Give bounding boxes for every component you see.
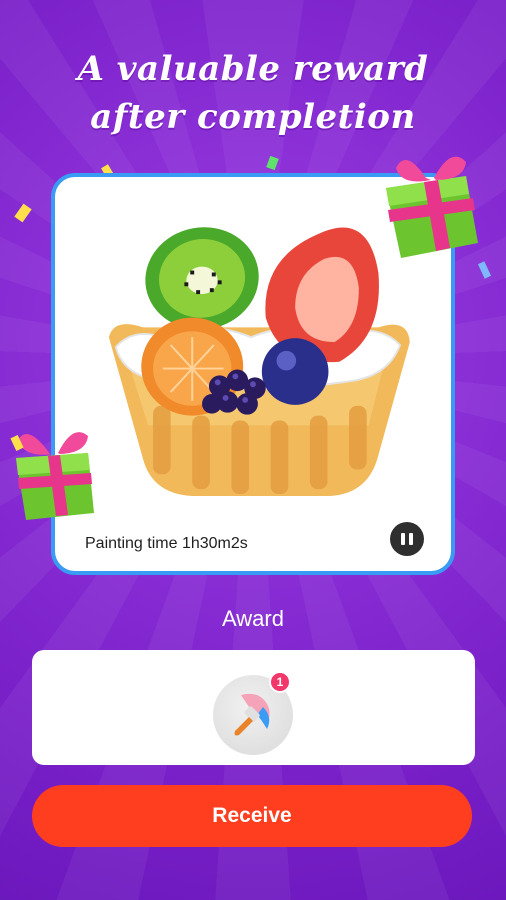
award-item[interactable]: 1: [213, 671, 293, 755]
pause-icon-bar: [409, 533, 413, 545]
headline: A valuable reward after completion: [0, 45, 506, 141]
painting-time-text: Painting time 1h30m2s: [85, 535, 248, 552]
headline-line-2: after completion: [90, 97, 416, 137]
pause-button[interactable]: [390, 522, 424, 556]
receive-button[interactable]: Receive: [32, 785, 472, 847]
gift-box-icon: [386, 156, 478, 258]
award-label: Award: [222, 606, 284, 631]
award-card: 1: [32, 650, 475, 765]
pause-icon: [401, 533, 405, 545]
headline-line-1: A valuable reward: [77, 49, 429, 89]
paint-brush-icon: [234, 693, 270, 736]
confetti-piece: [477, 261, 492, 279]
confetti-piece: [14, 203, 32, 223]
confetti-piece: [266, 155, 279, 171]
award-count-badge: 1: [269, 671, 291, 693]
gift-box-icon: [10, 432, 94, 520]
